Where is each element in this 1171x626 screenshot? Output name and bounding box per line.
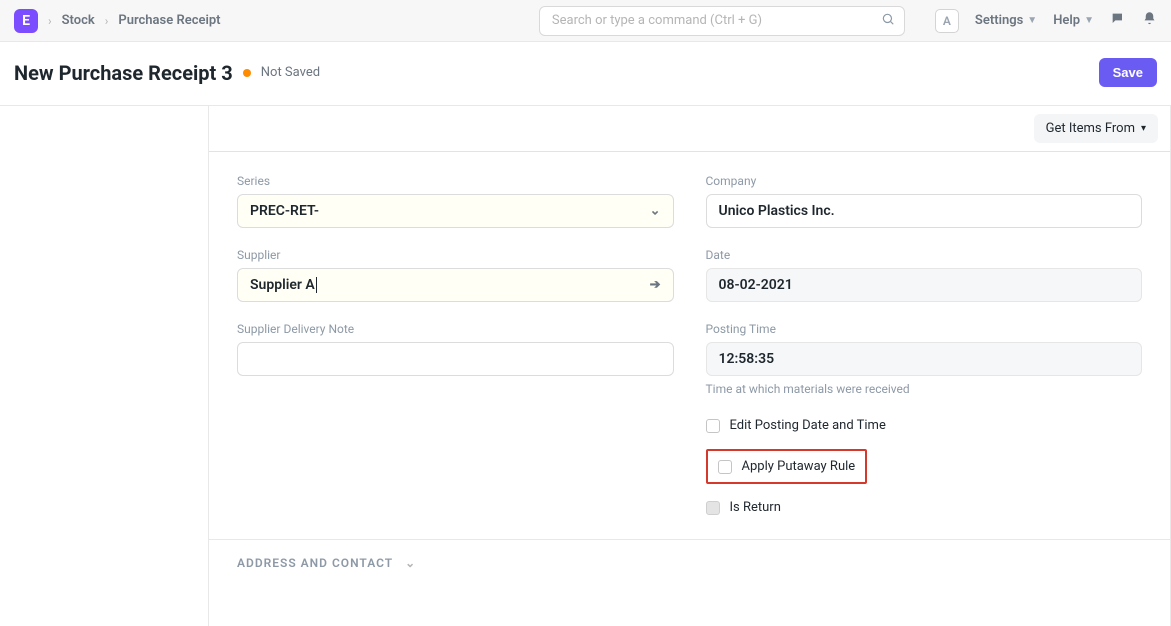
help-label: Help [1053, 13, 1080, 28]
edit-posting-checkbox-row[interactable]: Edit Posting Date and Time [706, 418, 1143, 433]
app-logo[interactable]: E [14, 9, 38, 33]
page-header: New Purchase Receipt 3 Not Saved Save [0, 42, 1171, 106]
get-items-from-dropdown[interactable]: Get Items From ▾ [1034, 114, 1158, 143]
edit-posting-label: Edit Posting Date and Time [730, 418, 886, 433]
delivery-note-field: Supplier Delivery Note [237, 322, 674, 376]
status-text: Not Saved [261, 65, 320, 80]
chevron-down-icon: ▼ [1084, 15, 1094, 26]
supplier-field: Supplier Supplier A ➔ [237, 248, 674, 302]
company-value: Unico Plastics Inc. [719, 203, 835, 219]
awesomebar [539, 6, 905, 36]
settings-label: Settings [975, 13, 1023, 28]
series-label: Series [237, 174, 674, 188]
page-title: New Purchase Receipt 3 [14, 61, 233, 85]
user-initial: A [943, 14, 951, 28]
supplier-link-input[interactable]: Supplier A ➔ [237, 268, 674, 302]
caret-down-icon: ▾ [1141, 123, 1146, 134]
app-logo-initial: E [22, 13, 30, 29]
apply-putaway-checkbox-row[interactable]: Apply Putaway Rule [718, 459, 856, 474]
search-input[interactable] [539, 6, 905, 36]
series-value: PREC-RET- [250, 203, 319, 219]
company-label: Company [706, 174, 1143, 188]
delivery-note-label: Supplier Delivery Note [237, 322, 674, 336]
delivery-note-text[interactable] [250, 343, 661, 375]
text-cursor [316, 277, 317, 293]
checkbox-icon[interactable] [718, 460, 732, 474]
save-button[interactable]: Save [1099, 58, 1157, 87]
chevron-down-icon: ⌄ [650, 204, 661, 219]
chat-icon[interactable] [1110, 11, 1126, 31]
settings-menu[interactable]: Settings ▼ [975, 13, 1037, 28]
date-field: Date 08-02-2021 [706, 248, 1143, 302]
user-avatar[interactable]: A [935, 9, 959, 33]
apply-putaway-highlight: Apply Putaway Rule [706, 449, 868, 484]
arrow-right-icon[interactable]: ➔ [650, 278, 661, 293]
form-canvas: Get Items From ▾ Series PREC-RET- ⌄ Supp… [0, 106, 1171, 626]
date-value: 08-02-2021 [719, 277, 793, 293]
series-select[interactable]: PREC-RET- ⌄ [237, 194, 674, 228]
navbar: E › Stock › Purchase Receipt A Settings … [0, 0, 1171, 42]
left-column: Series PREC-RET- ⌄ Supplier Supplier A ➔… [237, 174, 674, 539]
apply-putaway-label: Apply Putaway Rule [742, 459, 856, 474]
section-address-contact[interactable]: ADDRESS AND CONTACT ⌄ [209, 540, 1170, 586]
help-menu[interactable]: Help ▼ [1053, 13, 1094, 28]
company-link-input[interactable]: Unico Plastics Inc. [706, 194, 1143, 228]
status-indicator-dot [243, 69, 251, 77]
right-column: Company Unico Plastics Inc. Date 08-02-2… [706, 174, 1143, 539]
breadcrumb-stock[interactable]: Stock [62, 13, 95, 28]
delivery-note-input[interactable] [237, 342, 674, 376]
get-items-from-label: Get Items From [1046, 121, 1135, 136]
date-label: Date [706, 248, 1143, 262]
checkbox-icon[interactable] [706, 501, 720, 515]
posting-time-value: 12:58:35 [719, 351, 775, 367]
navbar-right: A Settings ▼ Help ▼ [935, 9, 1157, 33]
posting-time-help: Time at which materials were received [706, 382, 1143, 396]
form-body: Series PREC-RET- ⌄ Supplier Supplier A ➔… [209, 152, 1170, 540]
is-return-checkbox-row[interactable]: Is Return [706, 500, 1143, 515]
checkbox-icon[interactable] [706, 419, 720, 433]
breadcrumb-purchase-receipt[interactable]: Purchase Receipt [118, 13, 220, 28]
supplier-label: Supplier [237, 248, 674, 262]
chevron-right-icon: › [105, 14, 109, 28]
chevron-right-icon: › [48, 14, 52, 28]
is-return-label: Is Return [730, 500, 781, 515]
bell-icon[interactable] [1142, 11, 1157, 30]
supplier-value: Supplier A [250, 277, 315, 293]
company-field: Company Unico Plastics Inc. [706, 174, 1143, 228]
search-icon [881, 12, 895, 30]
form-card: Get Items From ▾ Series PREC-RET- ⌄ Supp… [208, 106, 1171, 626]
posting-time-label: Posting Time [706, 322, 1143, 336]
posting-time-readonly: 12:58:35 [706, 342, 1143, 376]
chevron-down-icon: ▼ [1027, 15, 1037, 26]
date-readonly: 08-02-2021 [706, 268, 1143, 302]
posting-time-field: Posting Time 12:58:35 Time at which mate… [706, 322, 1143, 396]
series-field: Series PREC-RET- ⌄ [237, 174, 674, 228]
form-toolbar: Get Items From ▾ [209, 106, 1170, 152]
left-gutter [0, 106, 208, 626]
